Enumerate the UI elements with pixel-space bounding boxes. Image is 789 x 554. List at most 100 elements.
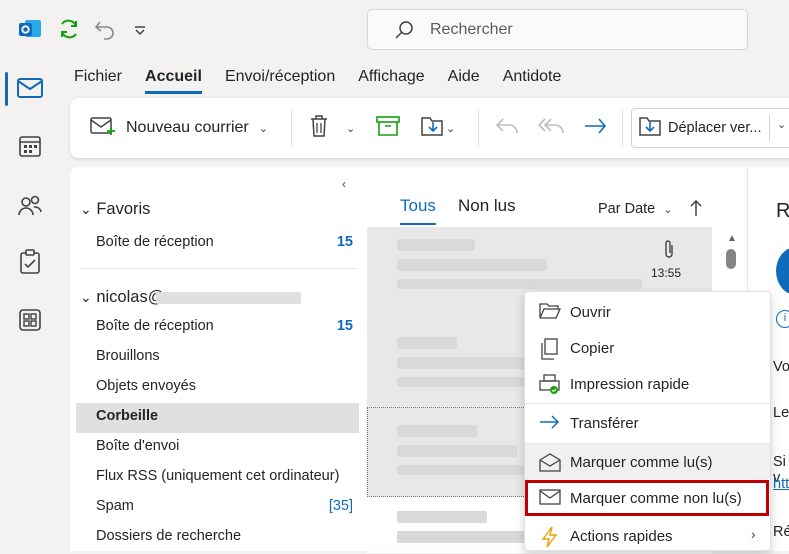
reading-text-fragment: Rés (773, 524, 789, 540)
menu-item-label: Impression rapide (570, 375, 690, 393)
folder-pane: ‹ ⌄ Favoris Boîte de réception 15 ⌄ nico… (70, 167, 365, 551)
move-to-dropdown[interactable]: Déplacer ver... ⌄ (631, 108, 789, 148)
tab-accueil[interactable]: Accueil (145, 68, 202, 94)
tab-envoi-reception[interactable]: Envoi/réception (225, 68, 335, 94)
spam-count: [35] (328, 498, 353, 514)
collapse-pane-icon[interactable]: ‹ (342, 177, 346, 191)
sync-icon[interactable] (58, 18, 80, 45)
attachment-icon (663, 239, 675, 264)
new-mail-label: Nouveau courrier (126, 119, 249, 136)
favorite-inbox-count: 15 (336, 234, 353, 250)
menu-item-label: Marquer comme lu(s) (570, 453, 713, 471)
lightning-icon (539, 526, 561, 548)
message-subject-blurred (397, 357, 527, 369)
archive-icon (376, 115, 400, 142)
reply-icon (494, 115, 520, 142)
message-sender-blurred (397, 511, 487, 523)
tasks-icon[interactable] (10, 242, 50, 282)
message-time: 13:55 (651, 266, 682, 280)
message-preview-blurred (397, 465, 537, 475)
search-box[interactable]: Rechercher (367, 9, 748, 50)
reply-button[interactable] (494, 98, 520, 158)
dropdown-divider (769, 115, 770, 141)
reply-all-button[interactable] (537, 98, 565, 158)
tab-fichier[interactable]: Fichier (74, 68, 122, 94)
info-icon: i (776, 310, 789, 328)
chevron-down-icon[interactable]: ⌄ (446, 122, 455, 135)
reading-text-fragment: Vot (773, 359, 789, 375)
open-envelope-icon (539, 452, 561, 472)
folder-search[interactable]: Dossiers de recherche (96, 528, 241, 544)
sort-direction-icon[interactable] (690, 199, 702, 222)
tab-all[interactable]: Tous (400, 196, 436, 216)
chevron-down-icon[interactable]: ⌄ (777, 118, 786, 131)
chevron-down-icon: ⌄ (80, 289, 92, 305)
sort-label: Par Date (598, 201, 656, 217)
folder-spam[interactable]: Spam (96, 498, 134, 514)
menu-item-actions-rapides[interactable]: Actions rapides › (525, 518, 770, 554)
folder-outbox[interactable]: Boîte d'envoi (96, 438, 179, 454)
move-to-label: Déplacer ver... (668, 120, 762, 136)
archive-button[interactable] (376, 98, 400, 158)
folder-inbox[interactable]: Boîte de réception (96, 318, 214, 334)
favorites-header[interactable]: ⌄ Favoris (80, 200, 150, 219)
print-icon (539, 374, 561, 394)
ribbon-divider (291, 110, 292, 146)
scroll-up-icon[interactable]: ▲ (727, 233, 737, 244)
inbox-count: 15 (336, 318, 353, 334)
divider (80, 268, 358, 269)
open-folder-icon (539, 302, 562, 322)
undo-icon[interactable] (94, 18, 116, 45)
menu-item-ouvrir[interactable]: Ouvrir (525, 294, 770, 330)
delete-options-chevron-icon[interactable]: ⌄ (346, 98, 355, 158)
menu-item-copier[interactable]: Copier (525, 330, 770, 366)
closed-envelope-icon (539, 488, 561, 508)
reading-text-fragment: Les (773, 405, 789, 421)
ribbon: Nouveau courrier ⌄ ⌄ ⌄ Déplacer ver... ⌄ (70, 98, 789, 158)
move-to-folder-button[interactable]: ⌄ (420, 98, 455, 158)
message-preview-blurred (397, 377, 527, 387)
apps-icon[interactable] (10, 300, 50, 340)
chevron-down-icon: ⌄ (663, 204, 673, 216)
avatar (776, 247, 789, 295)
folder-drafts[interactable]: Brouillons (96, 348, 160, 364)
tab-antidote[interactable]: Antidote (503, 68, 562, 94)
new-mail-button[interactable]: Nouveau courrier ⌄ (90, 98, 268, 158)
chevron-down-icon[interactable]: ⌄ (259, 122, 268, 135)
menu-item-marquer-lu[interactable]: Marquer comme lu(s) (525, 444, 770, 480)
customize-toolbar-icon[interactable] (134, 24, 146, 42)
menu-divider (525, 403, 770, 404)
message-sender-blurred (397, 425, 477, 437)
chevron-down-icon: ⌄ (80, 201, 92, 217)
calendar-icon[interactable] (10, 126, 50, 166)
tab-aide[interactable]: Aide (448, 68, 480, 94)
mail-icon[interactable] (10, 68, 50, 108)
menu-item-transferer[interactable]: Transférer (525, 405, 770, 441)
menu-item-label: Actions rapides (570, 527, 673, 545)
message-subject-blurred (397, 259, 547, 271)
tab-underline (400, 223, 436, 225)
folder-sent[interactable]: Objets envoyés (96, 378, 196, 394)
delete-button[interactable] (309, 98, 329, 158)
outlook-logo-icon (18, 18, 42, 45)
folder-trash[interactable]: Corbeille (96, 408, 158, 424)
folder-favorite-inbox[interactable]: Boîte de réception (96, 234, 214, 250)
folder-rss[interactable]: Flux RSS (uniquement cet ordinateur) (96, 468, 339, 484)
menu-item-label: Transférer (570, 414, 639, 432)
tab-unread[interactable]: Non lus (458, 196, 516, 216)
reading-link-fragment[interactable]: htt (773, 476, 789, 492)
scrollbar-thumb[interactable] (726, 249, 736, 269)
people-icon[interactable] (10, 186, 50, 226)
tab-affichage[interactable]: Affichage (358, 68, 424, 94)
menu-item-marquer-non-lu[interactable]: Marquer comme non lu(s) (525, 480, 769, 516)
redacted-email (156, 292, 301, 304)
forward-button[interactable] (583, 98, 609, 158)
reading-subject-fragment: R (776, 200, 789, 222)
account-name: nicolas@ (96, 288, 165, 306)
context-menu: Ouvrir Copier Impression rapide Transfér… (524, 291, 771, 551)
menu-bar: Fichier Accueil Envoi/réception Affichag… (74, 68, 584, 94)
menu-item-impression-rapide[interactable]: Impression rapide (525, 366, 770, 402)
account-header[interactable]: ⌄ nicolas@ (80, 288, 164, 307)
sort-dropdown[interactable]: Par Date ⌄ (598, 201, 672, 217)
ribbon-divider (622, 110, 623, 146)
